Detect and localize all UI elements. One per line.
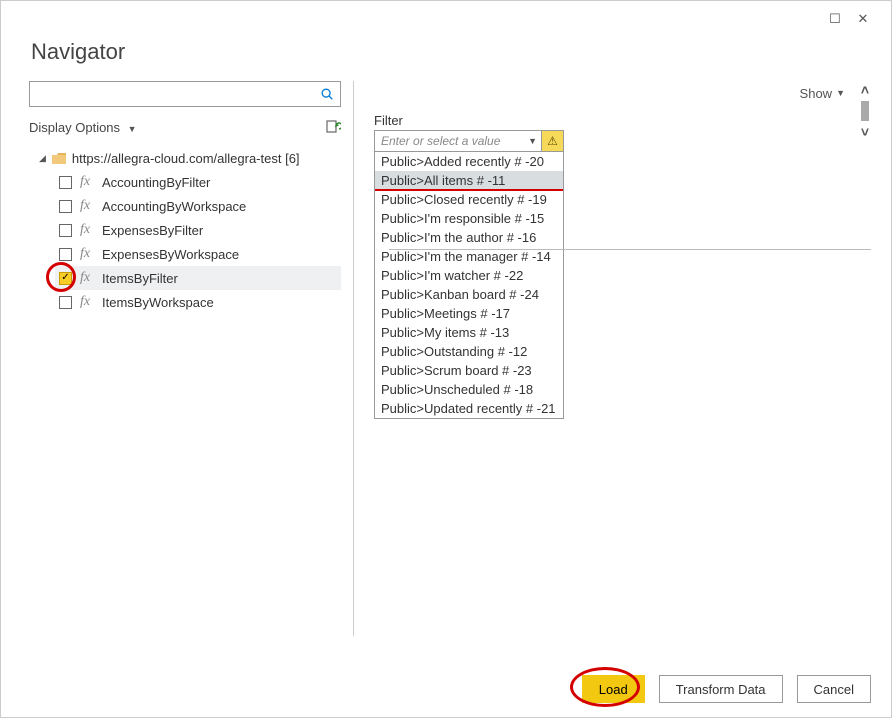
tree-item[interactable]: fx ExpensesByFilter [55, 218, 341, 242]
titlebar: ☐ ✕ [1, 1, 891, 29]
filter-option[interactable]: Public>Closed recently # -19 [375, 190, 563, 209]
checkbox[interactable] [59, 296, 72, 309]
tree-item[interactable]: fx ItemsByWorkspace [55, 290, 341, 314]
fx-icon: fx [80, 198, 96, 214]
display-options-label: Display Options [29, 120, 120, 135]
filter-option[interactable]: Public>I'm watcher # -22 [375, 266, 563, 285]
scrollbar[interactable]: ˄ ˅ [855, 81, 875, 636]
tree-item-label: AccountingByWorkspace [102, 199, 246, 214]
navigator-window: ☐ ✕ Navigator Display Options ▼ [0, 0, 892, 718]
filter-option[interactable]: Public>Added recently # -20 [375, 152, 563, 171]
divider [389, 249, 871, 250]
filter-label: Filter [374, 113, 564, 128]
filter-option[interactable]: Public>Unscheduled # -18 [375, 380, 563, 399]
page-title: Navigator [1, 29, 891, 81]
checkbox[interactable] [59, 176, 72, 189]
fx-icon: fx [80, 222, 96, 238]
folder-icon [52, 153, 66, 165]
load-button[interactable]: Load [582, 675, 645, 703]
show-dropdown[interactable]: Show ▼ [374, 81, 849, 105]
chevron-down-icon: ▼ [128, 124, 137, 134]
chevron-down-icon: ▼ [836, 88, 845, 98]
filter-option[interactable]: Public>I'm responsible # -15 [375, 209, 563, 228]
maximize-icon[interactable]: ☐ [821, 9, 849, 29]
checkbox[interactable] [59, 224, 72, 237]
filter-combobox[interactable]: Enter or select a value ▼ [374, 130, 542, 152]
fx-icon: fx [80, 270, 96, 286]
fx-icon: fx [80, 246, 96, 262]
tree-item-label: ExpensesByFilter [102, 223, 203, 238]
filter-option[interactable]: Public>My items # -13 [375, 323, 563, 342]
transform-data-button[interactable]: Transform Data [659, 675, 783, 703]
fx-icon: fx [80, 174, 96, 190]
filter-option[interactable]: Public>All items # -11 [375, 171, 563, 190]
search-icon[interactable] [320, 87, 334, 101]
tree-item-label: AccountingByFilter [102, 175, 210, 190]
filter-option[interactable]: Public>Kanban board # -24 [375, 285, 563, 304]
chevron-down-icon: ▼ [528, 136, 537, 146]
cancel-button[interactable]: Cancel [797, 675, 871, 703]
footer-buttons: Load Transform Data Cancel [582, 675, 871, 703]
fx-icon: fx [80, 294, 96, 310]
tree: ◢ https://allegra-cloud.com/allegra-test… [29, 147, 341, 314]
filter-option[interactable]: Public>Updated recently # -21 [375, 399, 563, 418]
left-panel: Display Options ▼ ◢ https://allegra-cl [29, 81, 354, 636]
search-input[interactable] [36, 86, 320, 103]
tree-item[interactable]: ✓ fx ItemsByFilter [55, 266, 341, 290]
tree-item-label: ExpensesByWorkspace [102, 247, 239, 262]
tree-item[interactable]: fx AccountingByWorkspace [55, 194, 341, 218]
filter-option[interactable]: Public>Scrum board # -23 [375, 361, 563, 380]
caret-down-icon: ◢ [39, 153, 46, 164]
search-input-wrap[interactable] [29, 81, 341, 107]
tree-item-label: ItemsByWorkspace [102, 295, 214, 310]
filter-option[interactable]: Public>I'm the author # -16 [375, 228, 563, 247]
show-label: Show [800, 86, 833, 101]
tree-root[interactable]: ◢ https://allegra-cloud.com/allegra-test… [29, 147, 341, 170]
filter-placeholder: Enter or select a value [381, 134, 500, 148]
filter-dropdown-list: Public>Added recently # -20Public>All it… [374, 152, 564, 419]
tree-item[interactable]: fx AccountingByFilter [55, 170, 341, 194]
right-panel: Show ▼ Filter Enter or select a value ▼ … [354, 81, 875, 636]
scroll-down-icon[interactable]: ˅ [857, 123, 873, 141]
filter-warning-button[interactable]: ⚠ [542, 130, 564, 152]
close-icon[interactable]: ✕ [849, 9, 877, 29]
checkbox[interactable] [59, 248, 72, 261]
tree-item-label: ItemsByFilter [102, 271, 178, 286]
tree-root-label: https://allegra-cloud.com/allegra-test [… [72, 151, 300, 166]
display-options-dropdown[interactable]: Display Options ▼ [29, 120, 137, 135]
filter-option[interactable]: Public>Outstanding # -12 [375, 342, 563, 361]
scroll-thumb[interactable] [861, 101, 869, 121]
checkbox[interactable]: ✓ [59, 272, 72, 285]
filter-option[interactable]: Public>Meetings # -17 [375, 304, 563, 323]
warning-icon: ⚠ [547, 134, 558, 148]
tree-item[interactable]: fx ExpensesByWorkspace [55, 242, 341, 266]
scroll-up-icon[interactable]: ˄ [857, 81, 873, 99]
checkbox[interactable] [59, 200, 72, 213]
refresh-icon[interactable] [325, 119, 341, 135]
